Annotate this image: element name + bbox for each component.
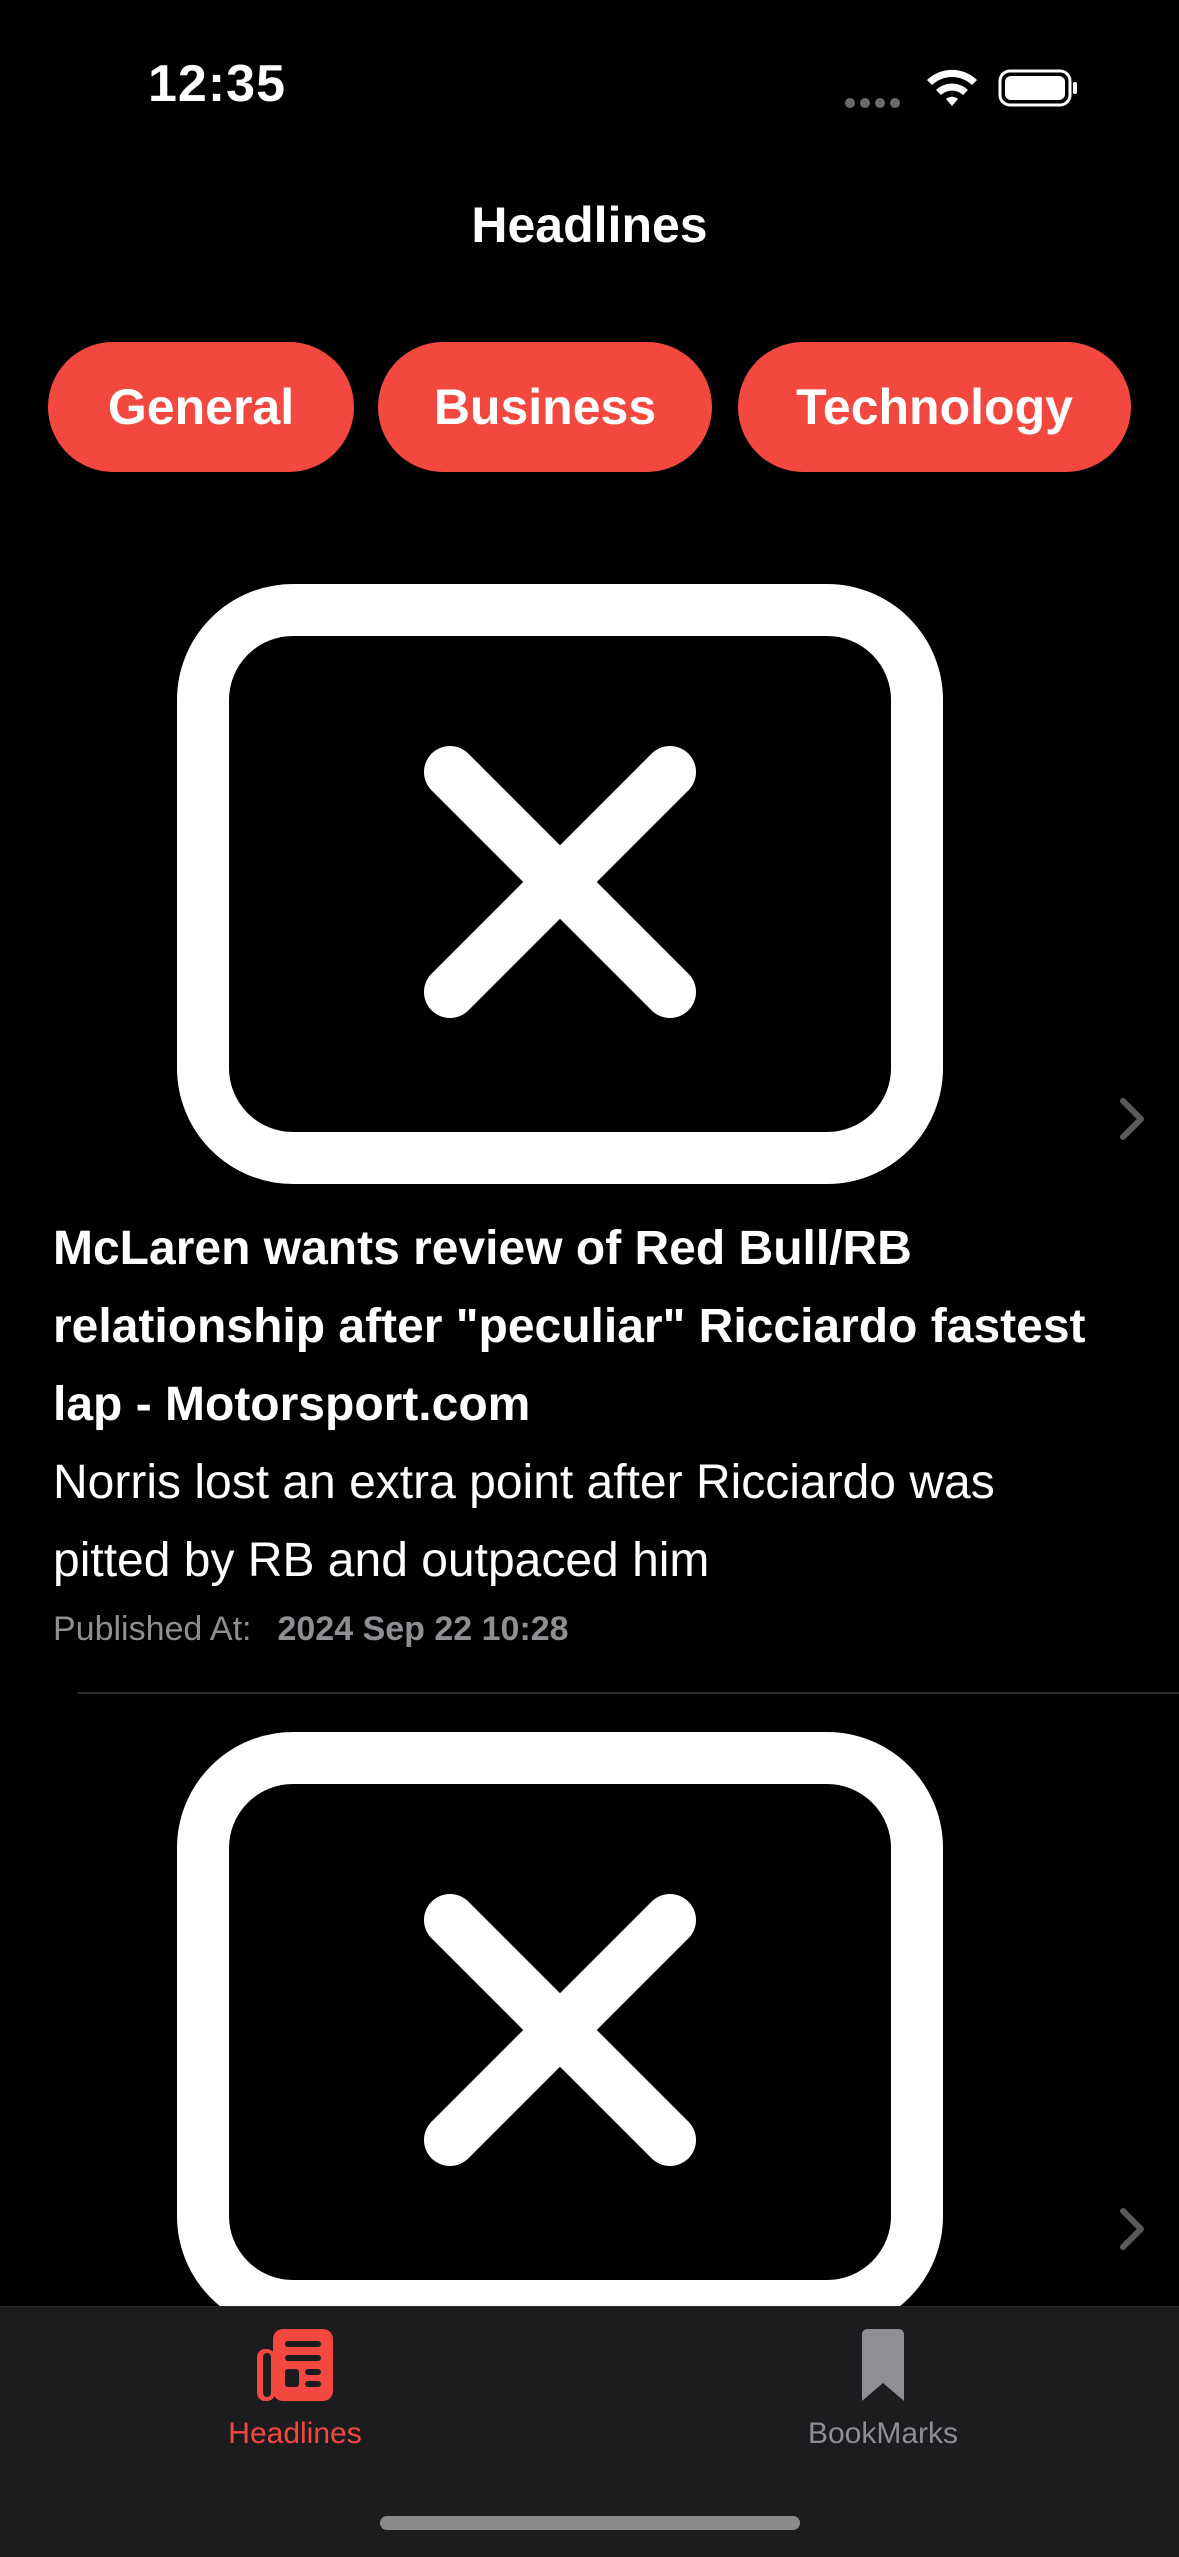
- bookmark-icon: [862, 2329, 904, 2401]
- tab-bookmarks[interactable]: BookMarks: [733, 2307, 1033, 2507]
- home-indicator[interactable]: [380, 2516, 800, 2530]
- tab-headlines[interactable]: Headlines: [145, 2307, 445, 2507]
- tab-label: Headlines: [228, 2417, 362, 2450]
- broken-image-icon: [177, 1732, 943, 2332]
- chevron-right-icon: [1120, 2208, 1144, 2250]
- article-row[interactable]: [0, 0, 1179, 2332]
- newspaper-icon: [257, 2329, 333, 2401]
- tab-label: BookMarks: [807, 2417, 959, 2450]
